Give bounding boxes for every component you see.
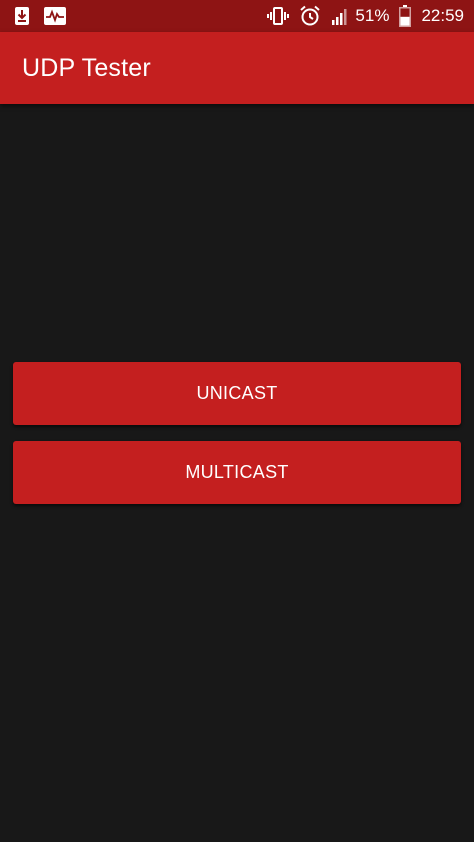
battery-percent: 51% (355, 6, 390, 25)
vibrate-icon (267, 7, 290, 25)
status-left-icons (14, 5, 80, 27)
unicast-button[interactable]: UNICAST (13, 362, 461, 425)
signal-icon (332, 9, 347, 25)
status-bar: 51% 22:59 (0, 0, 474, 32)
app-bar: UDP Tester (0, 32, 474, 104)
multicast-button[interactable]: MULTICAST (13, 441, 461, 504)
status-time: 22:59 (421, 6, 464, 25)
download-notification-icon (15, 7, 29, 25)
alarm-icon (300, 5, 321, 26)
activity-monitor-icon (44, 7, 66, 25)
status-right-icons: 51% 22:59 (267, 4, 464, 28)
app-title: UDP Tester (22, 54, 151, 82)
battery-icon (399, 5, 412, 27)
